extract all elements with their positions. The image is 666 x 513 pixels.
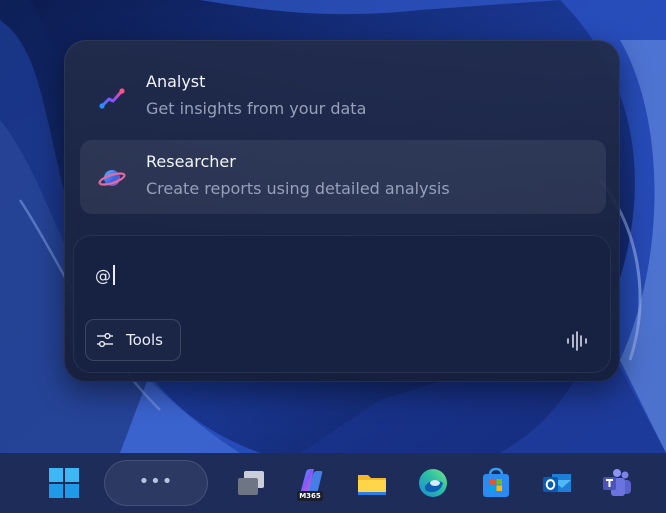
prompt-input-box[interactable]: @ Tools xyxy=(73,235,611,373)
agent-option-researcher[interactable]: Researcher Create reports using detailed… xyxy=(80,140,606,214)
agent-title: Analyst xyxy=(146,72,206,91)
m365-badge: M365 xyxy=(297,491,323,501)
task-view-icon[interactable] xyxy=(234,466,268,500)
outlook-icon[interactable] xyxy=(540,466,574,500)
agent-title: Researcher xyxy=(146,152,236,171)
agent-description: Get insights from your data xyxy=(146,99,367,118)
text-caret xyxy=(113,265,115,285)
taskbar: ••• M365 xyxy=(0,453,666,513)
analyst-icon xyxy=(99,88,125,109)
researcher-icon xyxy=(98,170,126,186)
tools-label: Tools xyxy=(126,331,163,349)
copilot-agent-panel: Analyst Get insights from your data Rese… xyxy=(64,40,620,382)
teams-icon[interactable] xyxy=(600,466,634,500)
agent-description: Create reports using detailed analysis xyxy=(146,179,450,198)
microsoft-store-icon[interactable] xyxy=(479,466,513,500)
prompt-input-value: @ xyxy=(95,266,111,285)
tools-sliders-icon xyxy=(97,332,113,348)
voice-waveform-icon[interactable] xyxy=(565,330,589,352)
taskbar-search-pill[interactable]: ••• xyxy=(104,460,208,506)
windows-start-icon[interactable] xyxy=(47,466,81,500)
edge-icon[interactable] xyxy=(416,466,450,500)
prompt-input[interactable]: @ xyxy=(95,265,115,285)
agent-option-analyst[interactable]: Analyst Get insights from your data xyxy=(80,60,606,134)
tools-button[interactable]: Tools xyxy=(85,319,181,361)
pill-dots: ••• xyxy=(138,471,174,492)
file-explorer-icon[interactable] xyxy=(355,466,389,500)
